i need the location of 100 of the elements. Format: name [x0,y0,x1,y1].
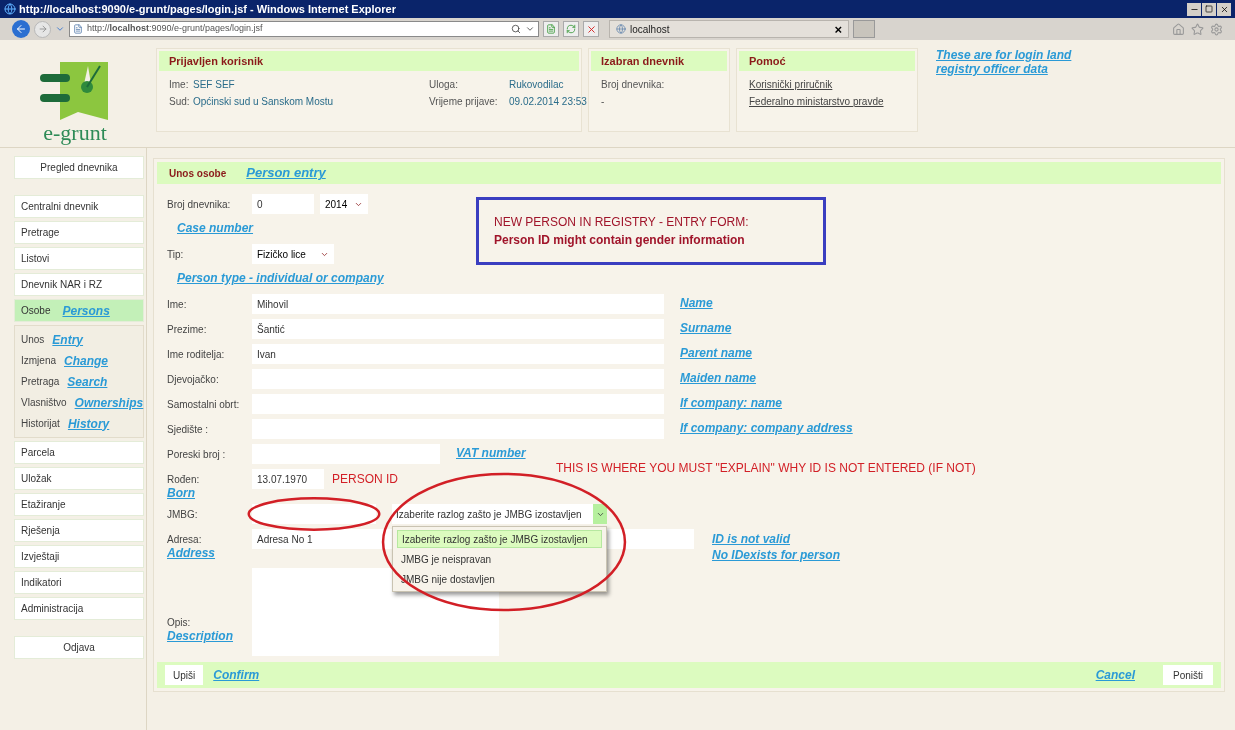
field-value: 09.02.2014 23:53 [509,95,588,109]
annotation-note: Person entry [246,164,326,183]
sidebar-item[interactable]: Osobe Persons [14,299,144,322]
annotation-note: Person type - individual or company [177,271,384,285]
dropdown-option[interactable]: JMBG je neispravan [397,550,602,568]
sidebar-item[interactable]: Dnevnik NAR i RZ [14,273,144,296]
logo-icon [40,60,110,122]
stop-button[interactable] [583,21,599,37]
back-arrow-icon [15,23,27,35]
field-value: SEF SEF [193,78,236,92]
logo-text: e-grunt [43,122,107,144]
confirm-button[interactable]: Upiši [165,665,204,685]
field-value: Rukovodilac [509,78,565,92]
annotation-note: Entry [52,331,84,349]
sidebar-item[interactable]: Izvještaji [14,545,144,568]
annotation-note: If company: company address [680,420,853,437]
id-field[interactable] [252,504,376,524]
submenu-item[interactable]: Izmjena Change [21,350,137,371]
sidebar-item[interactable]: Rješenja [14,519,144,542]
dropdown-button[interactable] [593,504,607,524]
text-field[interactable]: Ivan [252,344,664,364]
field-label: Broj dnevnika: [167,198,232,212]
annotation-note: Case number [177,221,254,235]
sidebar-item[interactable]: Pretrage [14,221,144,244]
annotation-note: Persons [62,302,110,320]
field-label: Vrijeme prijave: [429,95,499,109]
submenu-item[interactable]: Unos Entry [21,329,137,350]
field-label: Djevojačko: [167,373,220,387]
refresh-icon [566,24,576,34]
annotation-note: History [67,415,110,433]
text-field[interactable]: Mihovil [252,294,664,314]
tab-title: localhost [630,22,670,37]
year-select[interactable]: 2014 [320,194,368,214]
annotation-note: Cancel [1095,667,1135,684]
help-link[interactable]: Federalno ministarstvo pravde [749,94,905,109]
field-label: Poreski broj : [167,448,227,462]
field-value: Općinski sud u Sanskom Mostu [193,95,335,109]
stop-icon [585,23,597,35]
type-select[interactable]: Fizičko lice [252,244,334,264]
submenu-item[interactable]: Historijat History [21,413,137,434]
star-icon[interactable] [1191,22,1204,36]
maximize-icon [1205,5,1213,13]
field-label: JMBG: [167,508,199,522]
settings-icon[interactable] [1210,22,1223,36]
panel-title: Pomoć [749,53,786,69]
date-field[interactable]: 13.07.1970 [252,469,324,489]
field-label: Rođen: [167,473,201,487]
home-icon[interactable] [1172,22,1185,36]
field-text: Mihovil [257,297,289,312]
compatibility-button[interactable] [543,21,559,37]
search-icon[interactable] [511,24,521,34]
info-box-text: Person ID might contain gender information [494,232,746,249]
address-field[interactable]: http://localhost:9090/e-grunt/pages/login.jsf [69,21,539,37]
sidebar-item[interactable]: Etažiranje [14,493,144,516]
field-text: 13.07.1970 [257,472,308,487]
field-label: Adresa: [167,533,203,547]
sidebar-item[interactable]: Indikatori [14,571,144,594]
sidebar-item[interactable]: Uložak [14,467,144,490]
cancel-button[interactable]: Poništi [1163,665,1213,685]
annotation-note: Name [680,295,713,312]
annotation-note: Parent name [680,345,753,362]
sidebar-item[interactable]: Listovi [14,247,144,270]
field-text: Ivan [257,347,276,362]
caret-icon[interactable] [525,24,535,34]
field-label: Ime: [167,298,188,312]
annotation-note: Change [64,352,109,370]
sidebar-item[interactable]: Parcela [14,441,144,464]
panel-title: Izabran dnevnik [601,53,685,69]
submenu-item[interactable]: Pretraga Search [21,371,137,392]
back-button[interactable] [12,20,30,38]
browser-tab[interactable]: localhost × [609,20,849,38]
field-label: Opis: [167,616,192,630]
text-field[interactable]: 0 [252,194,314,214]
annotation-note: Surname [680,320,732,337]
sidebar-item[interactable]: Administracija [14,597,144,620]
info-box-text: NEW PERSON IN REGISTRY - ENTRY FORM: [494,214,750,231]
refresh-button[interactable] [563,21,579,37]
annotation-note: VAT number [456,445,526,462]
annotation-note: Address [167,547,217,559]
forward-button[interactable] [34,20,51,38]
field-label: Ime: [169,78,189,92]
help-link[interactable]: Korisnički priručnik [749,77,905,92]
close-button[interactable] [1217,2,1231,16]
sidebar-item[interactable]: Pregled dnevnika [14,156,144,179]
annotation-label: THIS IS WHERE YOU MUST "EXPLAIN" WHY ID IS NOT ENTERED (IF NOT) [556,460,976,477]
forward-arrow-icon [37,24,48,34]
annotation-note: No IDexists for person [712,547,841,563]
tab-close[interactable]: × [834,22,842,36]
dropdown-option[interactable]: Izaberite razlog zašto je JMBG izostavljen [397,530,602,548]
text-field[interactable]: Šantić [252,319,664,339]
sidebar-item[interactable]: Odjava [14,636,144,659]
reason-select[interactable]: Izaberite razlog zašto je JMBG izostavljen [392,504,607,524]
panel-title: Prijavljen korisnik [169,53,264,69]
caret-icon[interactable] [55,24,65,34]
sidebar-item[interactable]: Centralni dnevnik [14,195,144,218]
maximize-button[interactable] [1202,2,1216,16]
close-icon [1219,4,1229,14]
new-tab-button[interactable] [853,20,875,38]
minimize-button[interactable] [1187,2,1201,16]
field-text: 0 [257,197,263,212]
